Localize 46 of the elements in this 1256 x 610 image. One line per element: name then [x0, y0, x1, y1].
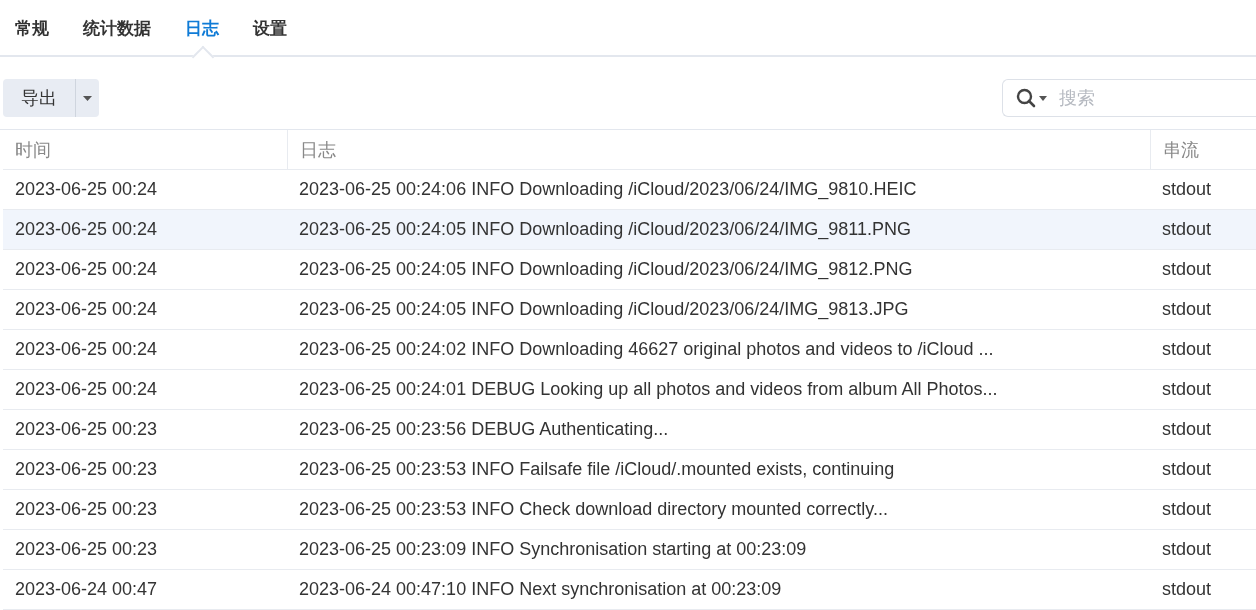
table-cell-text: 2023-06-25 00:24:05 INFO Downloading /iCloud/2023/06/24/IMG_9813.JPG — [298, 298, 910, 322]
table-cell-text: stdout — [1161, 538, 1213, 561]
tab[interactable]: 设置 — [241, 0, 299, 55]
table-cell-text: 2023-06-25 00:24 — [14, 258, 159, 281]
table-cell-text: 2023-06-25 00:23 — [14, 498, 159, 521]
tab[interactable]: 统计数据 — [71, 0, 163, 55]
table-cell-text: stdout — [1161, 378, 1213, 401]
table-cell-text: 2023-06-25 00:24 — [14, 178, 159, 201]
table-cell-text: stdout — [1161, 498, 1213, 521]
table-cell-text: stdout — [1161, 578, 1213, 601]
table-cell-text: stdout — [1161, 258, 1213, 281]
column-header[interactable]: 日志 — [287, 130, 1150, 169]
table-cell-text: stdout — [1161, 458, 1213, 481]
table-cell-text: 2023-06-24 00:47 — [14, 578, 159, 601]
table-cell-text: 2023-06-25 00:24 — [14, 378, 159, 401]
search-icon — [1016, 88, 1036, 108]
tab[interactable]: 常规 — [3, 0, 61, 55]
search-field[interactable]: 搜索 — [1002, 79, 1256, 117]
table-row[interactable]: 2023-06-25 00:24 2023-06-25 00:24:05 INFO Downloading /iCloud/2023/06/24/IMG_9811.PNG stdout — [3, 210, 1256, 250]
caret-icon — [1039, 95, 1047, 101]
column-header[interactable]: 串流 — [1150, 130, 1256, 169]
table-cell-text: 2023-06-25 00:23:53 INFO Check download directory mounted correctly... — [298, 498, 889, 521]
table-cell-text: 2023-06-25 00:23:56 DEBUG Authenticating... — [298, 418, 670, 441]
table-cell-text: stdout — [1161, 338, 1213, 361]
column-header[interactable]: 时间 — [3, 130, 287, 169]
table-cell-text: 2023-06-25 00:24 — [14, 338, 159, 361]
caret-icon — [83, 95, 92, 101]
table-cell-text: 2023-06-25 00:23:09 INFO Synchronisation starting at 00:23:09 — [298, 538, 808, 561]
table-cell-text: 2023-06-25 00:24:06 INFO Downloading /iCloud/2023/06/24/IMG_9810.HEIC — [298, 178, 918, 202]
table-cell-text: stdout — [1161, 218, 1213, 241]
table-cell-text: stdout — [1161, 298, 1213, 321]
export-button[interactable]: 导出 — [3, 79, 75, 117]
table-cell-text: 2023-06-25 00:23 — [14, 538, 159, 561]
table-cell-text: 2023-06-25 00:24 — [14, 298, 159, 321]
table-cell-text: 2023-06-25 00:23:53 INFO Failsafe file /iCloud/.mounted exists, continuing — [298, 458, 896, 481]
table-cell-text: 2023-06-25 00:24:05 INFO Downloading /iCloud/2023/06/24/IMG_9811.PNG — [298, 218, 913, 242]
table-cell-text: 2023-06-25 00:23 — [14, 458, 159, 481]
table-cell-text: 2023-06-25 00:23 — [14, 418, 159, 441]
table-cell-text: 2023-06-25 00:24 — [14, 218, 159, 241]
table-cell-text: 2023-06-24 00:47:10 INFO Next synchronisation at 00:23:09 — [298, 578, 783, 601]
table-cell-text: 2023-06-25 00:24:05 INFO Downloading /iCloud/2023/06/24/IMG_9812.PNG — [298, 258, 914, 282]
dropdown-button[interactable] — [75, 79, 99, 117]
table-cell-text: stdout — [1161, 418, 1213, 441]
table-cell-text: 2023-06-25 00:24:02 INFO Downloading 46627 original photos and videos to /iCloud ... — [298, 338, 995, 361]
table-cell-text: 2023-06-25 00:24:01 DEBUG Looking up all photos and videos from album All Photos... — [298, 378, 999, 401]
table-cell-text: stdout — [1161, 178, 1213, 201]
